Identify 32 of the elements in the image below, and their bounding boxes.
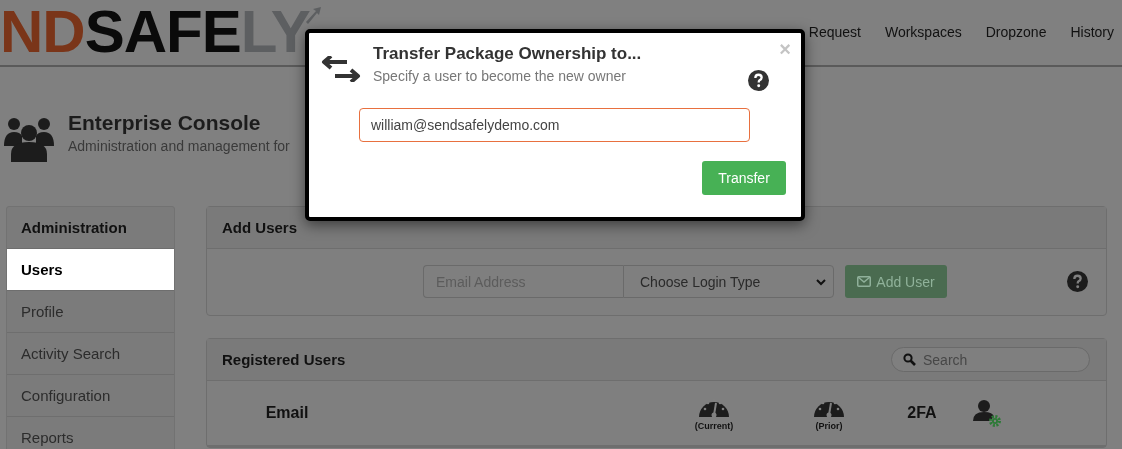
- owner-email-field[interactable]: william@sendsafelydemo.com: [359, 108, 750, 142]
- add-user-button[interactable]: Add User: [845, 265, 947, 298]
- users-icon: [4, 116, 54, 162]
- panel-title: Add Users: [222, 219, 298, 236]
- sidebar-item[interactable]: Users: [7, 249, 174, 291]
- transfer-button[interactable]: Transfer: [702, 161, 786, 195]
- sidebar-item[interactable]: Configuration: [7, 375, 174, 417]
- nav-link[interactable]: Workspaces: [884, 24, 962, 42]
- sidebar-item[interactable]: Profile: [7, 291, 174, 333]
- swap-arrows-icon: [321, 56, 361, 82]
- column-header: (Current): [694, 421, 734, 431]
- sidebar-item[interactable]: Activity Search: [7, 333, 174, 375]
- dialog-subtitle: Specify a user to become the new owner: [373, 68, 627, 84]
- dialog-title: Transfer Package Ownership to...: [373, 44, 643, 64]
- help-icon[interactable]: [748, 70, 769, 91]
- column-header: 2FA: [907, 404, 937, 422]
- envelope-icon: [857, 276, 872, 287]
- login-type-select[interactable]: Choose Login Type: [623, 265, 834, 298]
- panel-title: Registered Users: [222, 351, 346, 368]
- user-settings-icon: [973, 398, 1003, 428]
- caret-icon: [816, 277, 826, 286]
- page-subtitle: Administration and management for: [68, 138, 290, 154]
- search-field[interactable]: Search: [891, 347, 1090, 372]
- column-header: (Prior): [815, 421, 843, 431]
- nav-link[interactable]: History: [1070, 24, 1114, 42]
- nav-link[interactable]: Request: [808, 24, 861, 42]
- column-header: Email: [265, 404, 309, 422]
- nav-link[interactable]: Dropzone: [985, 24, 1047, 42]
- page-title: Enterprise Console: [68, 111, 262, 135]
- logo-text: ND: [0, 2, 85, 62]
- logo-text: SAFE: [84, 2, 241, 62]
- sidebar-item[interactable]: Reports: [7, 417, 174, 449]
